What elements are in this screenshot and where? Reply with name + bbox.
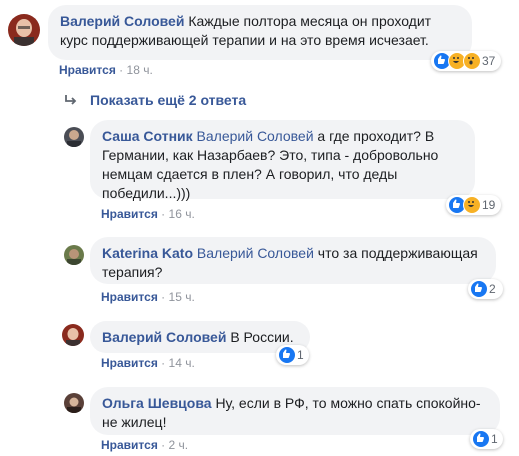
comment-actions: Нравится · 15 ч. <box>101 290 195 304</box>
reply-arrow-icon <box>65 95 77 105</box>
comment-actions: Нравится · 14 ч. <box>101 356 195 370</box>
avatar[interactable] <box>64 393 84 413</box>
reaction-count: 1 <box>491 432 498 446</box>
avatar[interactable] <box>62 324 84 346</box>
like-button[interactable]: Нравится <box>101 356 158 370</box>
mention-link[interactable]: Валерий Соловей <box>197 245 314 261</box>
like-button[interactable]: Нравится <box>101 438 158 452</box>
like-reaction-icon <box>278 346 296 364</box>
reaction-summary[interactable]: 2 <box>468 279 503 299</box>
show-more-replies-link[interactable]: Показать ещё 2 ответа <box>64 92 246 108</box>
like-button[interactable]: Нравится <box>101 207 158 221</box>
like-reaction-icon <box>470 280 488 298</box>
like-button[interactable]: Нравится <box>59 63 116 77</box>
comment-actions: Нравится · 18 ч. <box>59 63 153 77</box>
separator: · <box>161 356 166 370</box>
comment-author[interactable]: Ольга Шевцова <box>102 395 212 411</box>
wow-reaction-icon <box>463 52 481 70</box>
avatar[interactable] <box>64 127 84 147</box>
comment-timestamp[interactable]: 2 ч. <box>169 438 189 452</box>
reaction-summary[interactable]: 1 <box>470 429 503 449</box>
comment-bubble: Katerina Kato Валерий Соловей что за под… <box>90 237 496 284</box>
haha-reaction-icon <box>463 196 481 214</box>
reaction-summary[interactable]: 19 <box>446 195 501 215</box>
comment-author[interactable]: Валерий Соловей <box>60 13 184 29</box>
reaction-summary[interactable]: 1 <box>276 345 309 365</box>
like-button[interactable]: Нравится <box>101 290 158 304</box>
separator: · <box>161 207 166 221</box>
comment-actions: Нравится · 16 ч. <box>101 207 195 221</box>
like-reaction-icon <box>472 430 490 448</box>
separator: · <box>161 290 166 304</box>
comment-timestamp[interactable]: 16 ч. <box>169 207 195 221</box>
comment-timestamp[interactable]: 14 ч. <box>169 356 195 370</box>
comment-author[interactable]: Валерий Соловей <box>102 329 226 345</box>
reaction-summary[interactable]: 37 <box>431 51 501 71</box>
mention-link[interactable]: Валерий Соловей <box>197 128 314 144</box>
show-more-replies-label: Показать ещё 2 ответа <box>90 92 247 108</box>
comment-text: В России. <box>230 329 294 345</box>
separator: · <box>119 63 124 77</box>
comment-timestamp[interactable]: 18 ч. <box>127 63 153 77</box>
comment-bubble: Саша Сотник Валерий Соловей а где проход… <box>90 120 475 201</box>
comment-timestamp[interactable]: 15 ч. <box>169 290 195 304</box>
comment-bubble: Ольга Шевцова Ну, если в РФ, то можно сп… <box>90 387 500 435</box>
comment-actions: Нравится · 2 ч. <box>101 438 188 452</box>
reaction-count: 19 <box>482 198 496 212</box>
reaction-count: 1 <box>297 348 304 362</box>
comment-author[interactable]: Саша Сотник <box>102 128 193 144</box>
avatar[interactable] <box>64 245 84 265</box>
comment-bubble: Валерий Соловей Каждые полтора месяца он… <box>48 5 472 60</box>
reaction-count: 37 <box>482 54 496 68</box>
comment-author[interactable]: Katerina Kato <box>102 245 193 261</box>
separator: · <box>161 438 166 452</box>
avatar[interactable] <box>8 14 40 46</box>
reaction-count: 2 <box>489 282 496 296</box>
